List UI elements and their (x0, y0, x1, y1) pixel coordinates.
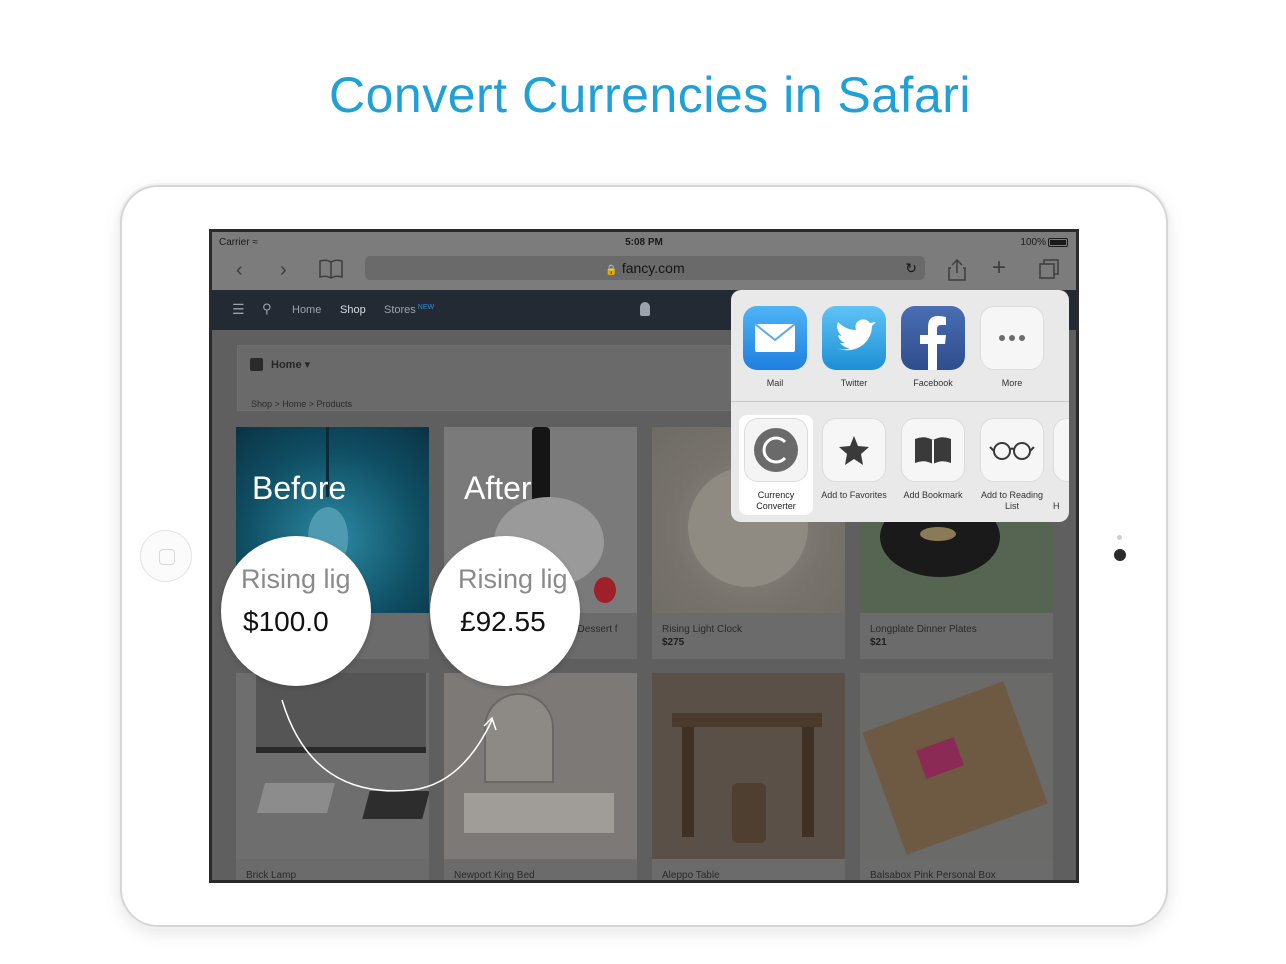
action-currency-converter[interactable]: Currency Converter (738, 418, 814, 512)
share-sheet: Mail Twitter Facebook More Currency Conv… (731, 290, 1069, 522)
status-time: 5:08 PM (625, 237, 663, 248)
after-bubble-title: Rising lig (458, 564, 568, 594)
mail-icon (743, 306, 807, 370)
product-image-box (860, 673, 1053, 859)
page-headline: Convert Currencies in Safari (328, 67, 972, 123)
partial-action-label: H (1053, 501, 1060, 511)
action-add-to-favorites[interactable]: Add to Favorites (816, 418, 892, 501)
breadcrumb: Shop > Home > Products (251, 399, 353, 409)
star-icon (822, 418, 886, 482)
product-price: $21 (870, 637, 887, 648)
share-more-label: More (1001, 378, 1023, 388)
tabs-icon[interactable] (1038, 258, 1060, 284)
back-icon[interactable]: ‹ (236, 260, 243, 280)
home-button[interactable] (140, 530, 192, 582)
share-twitter-label: Twitter (840, 378, 868, 388)
product-title: Rising Light Clock (662, 624, 743, 635)
nav-shop[interactable]: Shop (340, 304, 366, 316)
breadcrumb-title[interactable]: Home ▾ (271, 358, 310, 371)
product-card-table[interactable]: Aleppo Table (652, 673, 845, 881)
before-bubble-title: Rising lig (241, 564, 351, 594)
action-partial[interactable]: H (1053, 418, 1069, 512)
before-price-bubble: Rising lig $100.0 (221, 536, 371, 686)
sensor-dot (1117, 535, 1122, 540)
address-bar[interactable]: 🔒 fancy.com ↻ (365, 256, 925, 280)
add-to-reading-list-label: Add to Reading List (980, 490, 1044, 511)
search-icon[interactable]: ⚲ (262, 301, 272, 317)
breadcrumb-box: Home ▾ Shop > Home > Products (237, 345, 757, 411)
share-facebook[interactable]: Facebook (895, 306, 971, 389)
facebook-icon (901, 306, 965, 370)
reload-icon[interactable]: ↻ (905, 256, 917, 280)
partial-icon (1053, 418, 1069, 482)
product-image-table (652, 673, 845, 859)
action-add-to-reading-list[interactable]: Add to Reading List (974, 418, 1050, 512)
before-label: Before (252, 470, 347, 506)
battery-icon (1048, 238, 1068, 247)
after-bubble-price: £92.55 (460, 606, 546, 637)
before-bubble-price: $100.0 (243, 606, 329, 637)
forward-icon[interactable]: › (280, 260, 287, 280)
conversion-arrow-icon (281, 699, 497, 792)
share-mail[interactable]: Mail (737, 306, 813, 389)
home-icon (250, 358, 263, 371)
action-add-bookmark[interactable]: Add Bookmark (895, 418, 971, 501)
share-facebook-label: Facebook (913, 378, 953, 388)
safari-toolbar: ‹ › 🔒 fancy.com ↻ + (212, 252, 1076, 290)
menu-icon[interactable]: ☰ (232, 301, 245, 318)
site-logo-icon[interactable] (640, 302, 650, 316)
product-card-box[interactable]: Balsabox Pink Personal Box (860, 673, 1053, 881)
nav-stores-label: Stores (384, 304, 416, 316)
share-icon[interactable] (947, 258, 967, 286)
product-title: t Dessert f (572, 624, 618, 635)
product-title: Newport King Bed (454, 870, 535, 881)
camera-icon (1114, 549, 1126, 561)
nav-stores[interactable]: Stores NEW (384, 304, 434, 316)
after-price-bubble: Rising lig £92.55 (430, 536, 580, 686)
url-text: fancy.com (621, 260, 685, 276)
lock-icon: 🔒 (605, 265, 618, 276)
more-icon (980, 306, 1044, 370)
bookmarks-book-icon[interactable] (318, 258, 344, 284)
status-battery-text: 100% (1020, 237, 1046, 248)
book-icon (901, 418, 965, 482)
add-to-favorites-label: Add to Favorites (821, 490, 887, 500)
product-title: Aleppo Table (662, 870, 720, 881)
currency-converter-icon (744, 418, 808, 482)
product-price: $275 (662, 637, 685, 648)
glasses-icon (980, 418, 1044, 482)
status-bar: Carrier ≈ 5:08 PM 100% (212, 232, 1076, 252)
after-label: After (464, 470, 532, 506)
product-title: Longplate Dinner Plates (870, 624, 977, 635)
twitter-icon (822, 306, 886, 370)
product-title: Brick Lamp (246, 870, 297, 881)
home-button-square (159, 549, 175, 565)
new-tab-icon[interactable]: + (992, 256, 1006, 280)
share-more[interactable]: More (974, 306, 1050, 389)
product-title: Balsabox Pink Personal Box (870, 870, 996, 881)
nav-home[interactable]: Home (292, 304, 321, 316)
share-twitter[interactable]: Twitter (816, 306, 892, 389)
add-bookmark-label: Add Bookmark (903, 490, 963, 500)
currency-converter-label: Currency Converter (756, 490, 796, 511)
new-badge: NEW (417, 304, 435, 311)
share-mail-label: Mail (766, 378, 784, 388)
